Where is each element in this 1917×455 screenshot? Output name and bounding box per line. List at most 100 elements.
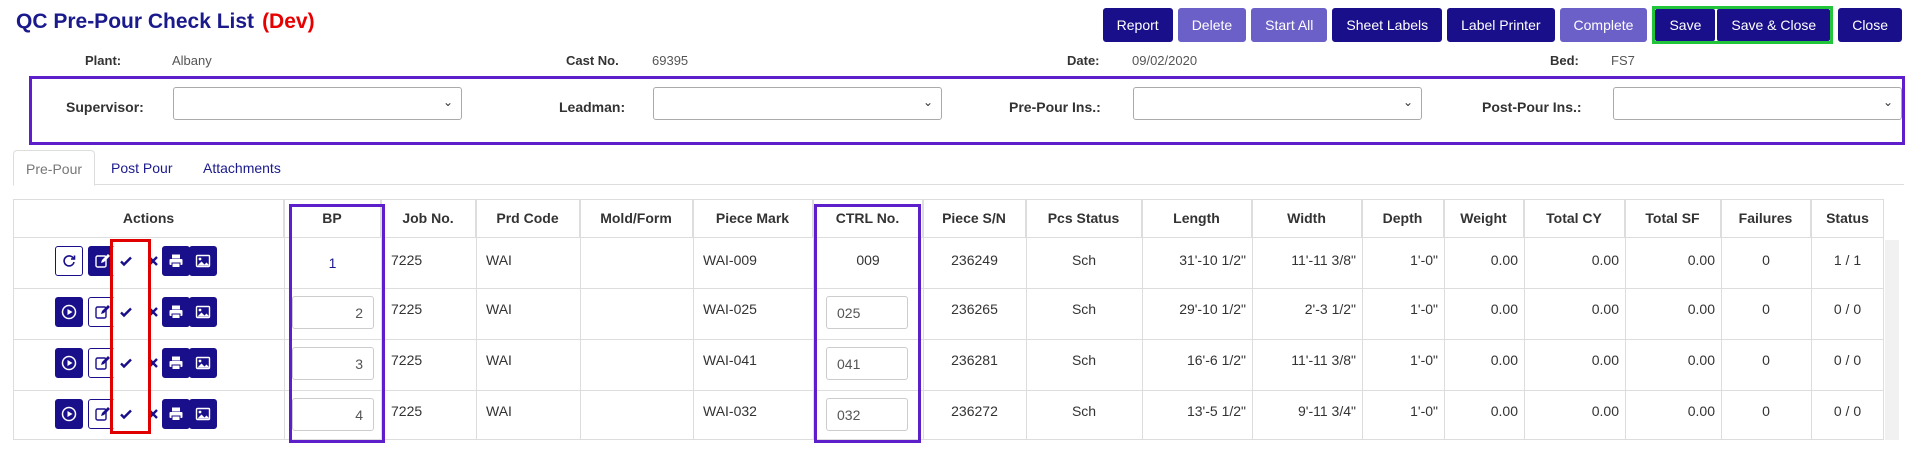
failures-value: 0 xyxy=(1762,403,1770,419)
check-icon xyxy=(120,358,132,369)
col-divider xyxy=(580,200,581,439)
col-header-ctrl-no: CTRL No. xyxy=(813,200,923,237)
toolbar: Report Delete Start All Sheet Labels Lab… xyxy=(1098,6,1902,44)
delete-button[interactable]: Delete xyxy=(1177,8,1247,42)
image-button[interactable] xyxy=(189,246,217,276)
save-close-button[interactable]: Save & Close xyxy=(1717,9,1831,41)
pcs-status: Sch xyxy=(1071,352,1097,368)
chevron-down-icon: ⌄ xyxy=(1402,95,1413,109)
approve-button[interactable] xyxy=(112,297,140,327)
image-button[interactable] xyxy=(189,297,217,327)
cast-info: Plant: Albany Cast No. 69395 Date: 09/02… xyxy=(0,53,1917,73)
approve-button[interactable] xyxy=(112,399,140,429)
approve-button[interactable] xyxy=(112,348,140,378)
print-icon xyxy=(169,356,183,370)
col-divider xyxy=(476,200,477,439)
tab-post-pour[interactable]: Post Pour xyxy=(99,150,184,186)
start-button[interactable] xyxy=(55,348,83,378)
close-icon xyxy=(148,358,158,368)
cast-label: Cast No. xyxy=(566,53,619,68)
col-header-piece-mark: Piece Mark xyxy=(693,200,813,237)
chevron-down-icon: ⌄ xyxy=(922,95,933,109)
ctrl-no-input[interactable]: 025 xyxy=(826,296,908,329)
print-button[interactable] xyxy=(162,399,190,429)
close-button[interactable]: Close xyxy=(1838,8,1902,42)
pcs-status: Sch xyxy=(1071,252,1097,268)
col-header-length: Length xyxy=(1142,200,1252,237)
width-value: 2'-3 1/2" xyxy=(1304,301,1356,317)
bp-input[interactable]: 2 xyxy=(292,296,374,329)
start-button[interactable] xyxy=(55,399,83,429)
col-header-pcs-status: Pcs Status xyxy=(1026,200,1142,237)
prd-code: WAI xyxy=(486,403,512,419)
play-circle-icon xyxy=(61,304,77,320)
date-value: 09/02/2020 xyxy=(1132,53,1198,68)
piece-mark: WAI-009 xyxy=(703,252,757,268)
tab-attachments[interactable]: Attachments xyxy=(191,150,293,186)
chevron-down-icon: ⌄ xyxy=(1882,95,1893,109)
complete-button[interactable]: Complete xyxy=(1559,8,1648,42)
weight-value: 0.00 xyxy=(1490,403,1518,419)
piece-sn: 236281 xyxy=(951,352,998,368)
edit-icon xyxy=(95,407,110,421)
image-button[interactable] xyxy=(189,348,217,378)
print-button[interactable] xyxy=(162,297,190,327)
piece-mark: WAI-032 xyxy=(703,403,757,419)
length-value: 31'-10 1/2" xyxy=(1179,252,1246,268)
col-header-job-no: Job No. xyxy=(381,200,476,237)
supervisor-select[interactable]: ⌄ xyxy=(173,87,462,120)
report-button[interactable]: Report xyxy=(1102,8,1173,42)
approve-button[interactable] xyxy=(112,246,140,276)
grid-scrollbar[interactable] xyxy=(1885,240,1899,440)
page-title: QC Pre-Pour Check List (Dev) xyxy=(16,10,315,34)
label-printer-button[interactable]: Label Printer xyxy=(1447,8,1555,42)
ctrl-no-input[interactable]: 041 xyxy=(826,347,908,380)
print-icon xyxy=(169,407,183,421)
failures-value: 0 xyxy=(1762,252,1770,268)
image-button[interactable] xyxy=(189,399,217,429)
refresh-button[interactable] xyxy=(55,246,83,276)
prepour-inspector-select[interactable]: ⌄ xyxy=(1133,87,1422,120)
bp-input[interactable]: 3 xyxy=(292,347,374,380)
length-value: 13'-5 1/2" xyxy=(1186,403,1246,419)
date-label: Date: xyxy=(1067,53,1100,68)
row-divider xyxy=(14,390,1883,391)
start-all-button[interactable]: Start All xyxy=(1251,8,1328,42)
weight-value: 0.00 xyxy=(1490,352,1518,368)
page-title-text: QC Pre-Pour Check List xyxy=(16,10,255,33)
tab-pre-pour[interactable]: Pre-Pour xyxy=(13,150,96,186)
print-button[interactable] xyxy=(162,246,190,276)
col-header-depth: Depth xyxy=(1362,200,1444,237)
leadman-select[interactable]: ⌄ xyxy=(653,87,942,120)
start-button[interactable] xyxy=(55,297,83,327)
save-button[interactable]: Save xyxy=(1655,9,1716,41)
ctrl-no-input[interactable]: 032 xyxy=(826,398,908,431)
bed-label: Bed: xyxy=(1550,53,1579,68)
col-divider xyxy=(693,200,694,439)
print-button[interactable] xyxy=(162,348,190,378)
check-icon xyxy=(120,256,132,267)
play-circle-icon xyxy=(61,355,77,371)
check-icon xyxy=(120,409,132,420)
plant-label: Plant: xyxy=(85,53,122,68)
piece-sn: 236272 xyxy=(951,403,998,419)
row-divider xyxy=(14,288,1883,289)
length-value: 16'-6 1/2" xyxy=(1186,352,1246,368)
bp-input[interactable]: 4 xyxy=(292,398,374,431)
depth-value: 1'-0" xyxy=(1410,403,1438,419)
width-value: 9'-11 3/4" xyxy=(1298,403,1356,419)
col-header-bp: BP xyxy=(284,200,381,237)
col-header-total-cy: Total CY xyxy=(1524,200,1625,237)
refresh-icon xyxy=(63,255,76,267)
check-icon xyxy=(120,307,132,318)
plant-value: Albany xyxy=(172,53,212,68)
col-header-prd-code: Prd Code xyxy=(476,200,580,237)
postpour-inspector-select[interactable]: ⌄ xyxy=(1613,87,1902,120)
sheet-labels-button[interactable]: Sheet Labels xyxy=(1332,8,1443,42)
col-header-status: Status xyxy=(1826,210,1869,226)
col-header-mold-form: Mold/Form xyxy=(580,200,693,237)
print-icon xyxy=(169,254,183,268)
col-header-piece-sn: Piece S/N xyxy=(923,200,1026,237)
image-icon xyxy=(195,305,211,319)
status-value: 0 / 0 xyxy=(1833,352,1862,368)
